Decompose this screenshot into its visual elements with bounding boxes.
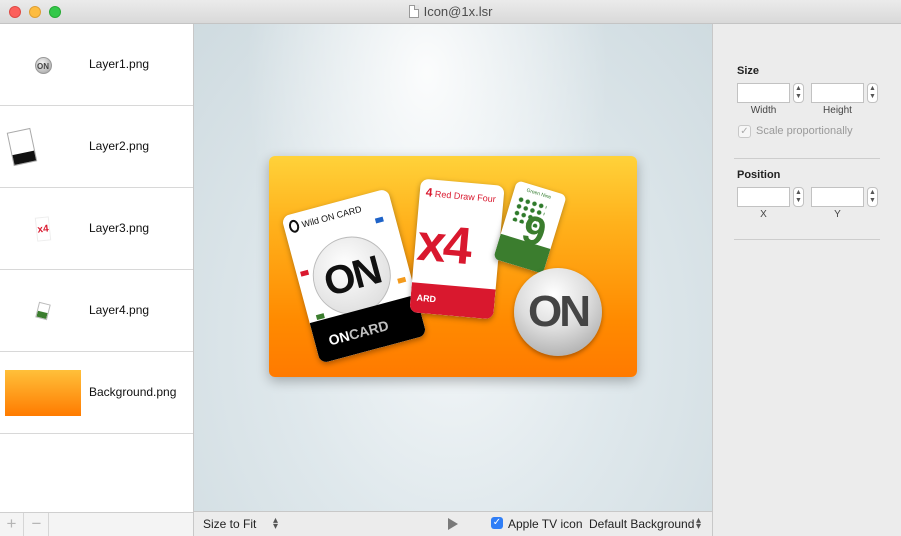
x4-card-symbol: x4	[414, 213, 472, 276]
layer-name: Background.png	[89, 385, 177, 399]
wild-card-icon	[6, 127, 38, 167]
width-label: Width	[750, 105, 777, 116]
window-title: Icon@1x.lsr	[423, 4, 493, 19]
zoom-stepper-icon[interactable]: ▴ ▾	[273, 516, 278, 532]
layer-row[interactable]: Background.png	[0, 352, 193, 434]
inspector-divider	[734, 158, 880, 159]
background-stepper-icon[interactable]: ▴ ▾	[696, 516, 701, 532]
red-draw-four-card: 4 Red Draw Four x4 ARD	[409, 178, 505, 320]
layer-name: Layer2.png	[89, 139, 150, 153]
remove-layer-button[interactable]: −	[25, 513, 49, 536]
y-field[interactable]	[811, 187, 864, 207]
layer-list: ON Layer1.png Layer2.png x4 Layer3.png L…	[0, 24, 194, 536]
title-bar: Icon@1x.lsr	[0, 0, 901, 24]
layer-thumbnail	[4, 368, 82, 418]
icon-preview[interactable]: Wild ON CARD ON ONCARD 4 Red Draw Four x…	[269, 156, 637, 377]
layer-name: Layer3.png	[89, 221, 150, 235]
layer-thumbnail: ON	[4, 40, 82, 90]
height-stepper[interactable]: ▲ ▼	[867, 83, 878, 103]
layer-row[interactable]: ON Layer1.png	[0, 24, 193, 106]
layer-name: Layer1.png	[89, 57, 150, 71]
preview-toolbar: Size to Fit ▴ ▾ ✓ Apple TV icon Default B…	[194, 511, 712, 536]
y-label: Y	[834, 209, 841, 220]
layer-row[interactable]: Layer4.png	[0, 270, 193, 352]
inspector-divider	[734, 239, 880, 240]
zoom-select[interactable]: Size to Fit	[203, 517, 256, 531]
wild-card-title: Wild ON CARD	[300, 203, 363, 230]
layer-thumbnail	[4, 286, 82, 336]
layer-row[interactable]: Layer2.png	[0, 106, 193, 188]
add-layer-button[interactable]: +	[0, 513, 24, 536]
x-label: X	[760, 209, 767, 220]
background-gradient-icon	[5, 370, 81, 416]
layer-list-footer: + −	[0, 512, 193, 536]
document-icon	[408, 5, 419, 18]
on-logo-badge: ON	[514, 268, 602, 356]
window-title-area: Icon@1x.lsr	[0, 4, 901, 19]
layer-row[interactable]: x4 Layer3.png	[0, 188, 193, 270]
play-icon[interactable]	[448, 518, 458, 530]
x4-card-band-text: ARD	[416, 292, 437, 305]
layer-thumbnail	[4, 122, 82, 172]
size-section-title: Size	[737, 65, 760, 77]
green-card-icon	[35, 301, 51, 321]
scale-proportionally-label: Scale proportionally	[756, 125, 853, 137]
background-select[interactable]: Default Background	[589, 517, 694, 531]
x-field[interactable]	[737, 187, 790, 207]
x-stepper[interactable]: ▲ ▼	[793, 187, 804, 207]
apple-tv-label: Apple TV icon	[508, 517, 583, 531]
height-field[interactable]	[811, 83, 864, 103]
apple-tv-checkbox[interactable]: ✓	[491, 517, 503, 529]
layer-thumbnail: x4	[4, 204, 82, 254]
on-logo-icon: ON	[34, 56, 52, 74]
width-stepper[interactable]: ▲ ▼	[793, 83, 804, 103]
wild-on-card: Wild ON CARD ON ONCARD	[281, 188, 427, 364]
width-field[interactable]	[737, 83, 790, 103]
green-nine-card: Green Nine 9	[493, 180, 567, 274]
inspector-panel: Size ▲ ▼ ▲ ▼ Width Height ✓ Scale proporti…	[712, 24, 901, 536]
scale-proportionally-checkbox[interactable]: ✓	[738, 125, 751, 138]
position-section-title: Position	[737, 169, 781, 181]
height-label: Height	[823, 105, 852, 116]
x4-card-title: 4 Red Draw Four	[425, 185, 497, 205]
preview-canvas[interactable]: Wild ON CARD ON ONCARD 4 Red Draw Four x…	[194, 24, 712, 511]
x4-card-icon: x4	[34, 216, 52, 242]
layer-name: Layer4.png	[89, 303, 150, 317]
y-stepper[interactable]: ▲ ▼	[867, 187, 878, 207]
